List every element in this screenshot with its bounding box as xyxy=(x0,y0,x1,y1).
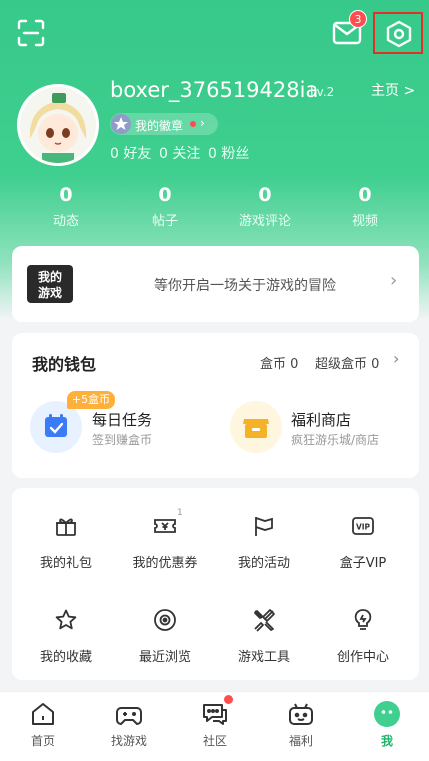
grid-item-favorites[interactable]: 我的收藏 xyxy=(16,608,116,688)
eye-icon xyxy=(154,609,176,631)
mail-unread-badge: 3 xyxy=(349,10,367,28)
notification-dot xyxy=(224,695,233,704)
stat-value: 0 xyxy=(258,184,272,206)
daily-task-subtitle: 签到赚盒币 xyxy=(92,433,153,447)
tab-find-games[interactable]: 找游戏 xyxy=(86,692,172,761)
welfare-shop-title[interactable]: 福利商店 xyxy=(291,409,351,430)
stat-threads[interactable]: 0 帖子 xyxy=(125,184,205,229)
svg-text:VIP: VIP xyxy=(356,523,371,532)
daily-task-title[interactable]: 每日任务 xyxy=(92,409,152,430)
tab-label: 我 xyxy=(380,734,393,748)
grid-label: 最近浏览 xyxy=(138,650,191,665)
bulb-icon xyxy=(354,609,372,630)
grid-label: 我的收藏 xyxy=(39,650,92,665)
stat-label: 视频 xyxy=(351,214,378,229)
follows-count[interactable]: 0 关注 xyxy=(159,143,200,163)
grid-item-coupons[interactable]: 1 我的优惠券 xyxy=(115,508,215,594)
welfare-shop-button[interactable] xyxy=(230,401,282,453)
gamepad-icon xyxy=(116,707,142,725)
tab-community[interactable]: 社区 xyxy=(172,692,258,761)
grid-item-recent[interactable]: 最近浏览 xyxy=(115,608,215,688)
chevron-right-icon: › xyxy=(200,116,205,130)
welfare-shop-subtitle: 疯狂游乐城/商店 xyxy=(291,433,380,447)
stat-value: 0 xyxy=(158,184,172,206)
my-games-logo: 我的 游戏 xyxy=(26,264,74,304)
badge-star-icon xyxy=(111,114,131,134)
stat-label: 动态 xyxy=(52,214,79,229)
grid-item-creator-center[interactable]: 创作中心 xyxy=(313,608,413,688)
grid-label: 我的优惠券 xyxy=(132,556,198,571)
tab-home[interactable]: 首页 xyxy=(0,692,86,761)
task-reward-tag: +5盒币 xyxy=(67,391,115,409)
homepage-link[interactable]: 主页 > xyxy=(371,80,415,100)
flag-icon xyxy=(255,517,273,536)
star-icon xyxy=(55,609,77,630)
home-icon xyxy=(32,703,54,725)
coupon-count: 1 xyxy=(177,508,183,518)
chat-icon xyxy=(203,704,227,725)
stat-videos[interactable]: 0 视频 xyxy=(325,184,405,229)
gift-bot-icon xyxy=(289,703,313,725)
fans-count[interactable]: 0 粉丝 xyxy=(208,143,249,163)
badge-red-dot xyxy=(190,121,196,127)
tab-welfare[interactable]: 福利 xyxy=(258,692,344,761)
stat-value: 0 xyxy=(358,184,372,206)
stat-game-reviews[interactable]: 0 游戏评论 xyxy=(225,184,305,229)
avatar[interactable] xyxy=(17,84,99,166)
wallet-card: 我的钱包 盒币 0 超级盒币 0 › +5盒币 每日任务 签到赚盒币 福利商店 … xyxy=(12,333,419,478)
coupon-icon xyxy=(154,519,176,533)
me-icon xyxy=(374,701,400,727)
grid-label: 我的活动 xyxy=(237,556,290,571)
settings-hexagon-icon xyxy=(386,20,412,48)
my-games-banner[interactable]: 我的 游戏 等你开启一场关于游戏的冒险 › xyxy=(12,246,419,322)
my-badges-label: 我的徽章 xyxy=(135,119,184,133)
vip-icon: VIP xyxy=(352,517,374,535)
grid-item-vip[interactable]: VIP 盒子VIP xyxy=(313,514,413,594)
settings-button[interactable] xyxy=(373,12,423,54)
feature-grid: 我的礼包 1 我的优惠券 我的活动 VIP 盒子VIP 我的收藏 最近浏览 游戏… xyxy=(12,488,419,680)
scan-icon[interactable] xyxy=(16,18,46,48)
user-level: Lv.2 xyxy=(310,85,335,99)
wallet-title: 我的钱包 xyxy=(32,355,97,374)
stat-posts-activity[interactable]: 0 动态 xyxy=(26,184,106,229)
stat-label: 帖子 xyxy=(151,214,178,229)
tab-label: 社区 xyxy=(202,734,227,748)
friends-count[interactable]: 0 好友 xyxy=(110,143,151,163)
box-coins[interactable]: 盒币 0 xyxy=(260,353,298,372)
grid-label: 游戏工具 xyxy=(237,650,290,665)
stat-label: 游戏评论 xyxy=(238,214,291,229)
bottom-tab-bar: 首页 找游戏 社区 福利 我 xyxy=(0,691,429,761)
chevron-right-icon: › xyxy=(390,270,398,291)
tab-me[interactable]: 我 xyxy=(344,692,429,761)
super-box-coins[interactable]: 超级盒币 0 xyxy=(315,353,379,372)
grid-item-activities[interactable]: 我的活动 xyxy=(214,514,314,594)
tab-label: 首页 xyxy=(30,734,55,748)
svg-text:游戏: 游戏 xyxy=(38,285,62,300)
shop-icon xyxy=(243,419,269,438)
gift-icon xyxy=(56,518,76,536)
grid-label: 创作中心 xyxy=(336,650,389,665)
tools-icon xyxy=(254,609,275,632)
chevron-right-icon[interactable]: › xyxy=(393,349,399,368)
stat-value: 0 xyxy=(59,184,73,206)
banner-text: 等你开启一场关于游戏的冒险 xyxy=(154,278,336,294)
grid-label: 我的礼包 xyxy=(39,556,92,571)
grid-item-tools[interactable]: 游戏工具 xyxy=(214,608,314,688)
tab-label: 找游戏 xyxy=(110,734,147,748)
username: boxer_376519428ia xyxy=(110,78,319,102)
grid-label: 盒子VIP xyxy=(339,556,387,571)
svg-text:我的: 我的 xyxy=(38,269,62,284)
grid-item-gift[interactable]: 我的礼包 xyxy=(16,514,116,594)
tab-label: 福利 xyxy=(288,734,313,748)
